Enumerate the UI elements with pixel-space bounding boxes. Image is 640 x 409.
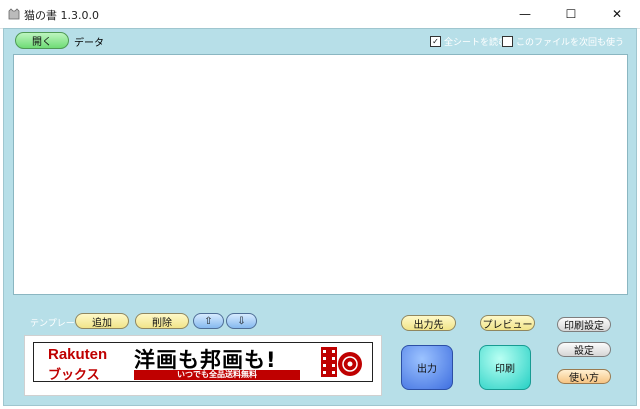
close-button[interactable]: ✕	[594, 0, 640, 28]
use-file-next-time-checkbox[interactable]	[502, 36, 513, 47]
ad-brand-logo: Rakuten	[48, 346, 108, 363]
how-to-button[interactable]: 使い方	[557, 369, 611, 384]
preview-button[interactable]: プレビュー	[480, 315, 535, 331]
open-button[interactable]: 開く	[15, 32, 69, 49]
use-file-next-time-option[interactable]: このファイルを次回も使う	[502, 35, 624, 48]
add-template-button[interactable]: 追加	[75, 313, 129, 329]
ad-banner-frame: Rakuten ブックス 洋画も邦画も! いつでも全品送料無料	[33, 342, 373, 383]
ad-banner[interactable]: Rakuten ブックス 洋画も邦画も! いつでも全品送料無料	[24, 335, 382, 396]
main-panel: 開く データ ✓ 全シートを読む このファイルを次回も使う テンプレート 追加 …	[3, 28, 637, 406]
read-all-sheets-checkbox[interactable]: ✓	[430, 36, 441, 47]
minimize-button[interactable]: —	[502, 0, 548, 28]
data-area[interactable]	[13, 54, 628, 295]
arrow-up-icon: ⇧	[204, 315, 213, 327]
delete-template-button[interactable]: 削除	[135, 313, 189, 329]
move-down-button[interactable]: ⇩	[226, 313, 257, 329]
output-destination-button[interactable]: 出力先	[401, 315, 456, 331]
settings-button[interactable]: 設定	[557, 342, 611, 357]
move-up-button[interactable]: ⇧	[193, 313, 224, 329]
title-bar[interactable]: 猫の書 1.3.0.0 — ☐ ✕	[0, 0, 640, 29]
use-file-next-time-label: このファイルを次回も使う	[516, 38, 625, 48]
data-label: データ	[74, 38, 104, 49]
window-title: 猫の書 1.3.0.0	[24, 9, 99, 22]
film-disc-icon	[321, 347, 362, 377]
ad-brand-sub: ブックス	[48, 368, 100, 383]
print-settings-button[interactable]: 印刷設定	[557, 317, 611, 332]
maximize-button[interactable]: ☐	[548, 0, 594, 28]
output-button[interactable]: 出力	[401, 345, 453, 390]
read-all-sheets-label: 全シートを読む	[444, 38, 508, 48]
arrow-down-icon: ⇩	[237, 315, 246, 327]
cat-app-icon	[8, 8, 20, 20]
read-all-sheets-option[interactable]: ✓ 全シートを読む	[430, 35, 507, 48]
print-button[interactable]: 印刷	[479, 345, 531, 390]
ad-strip: いつでも全品送料無料	[134, 370, 300, 380]
